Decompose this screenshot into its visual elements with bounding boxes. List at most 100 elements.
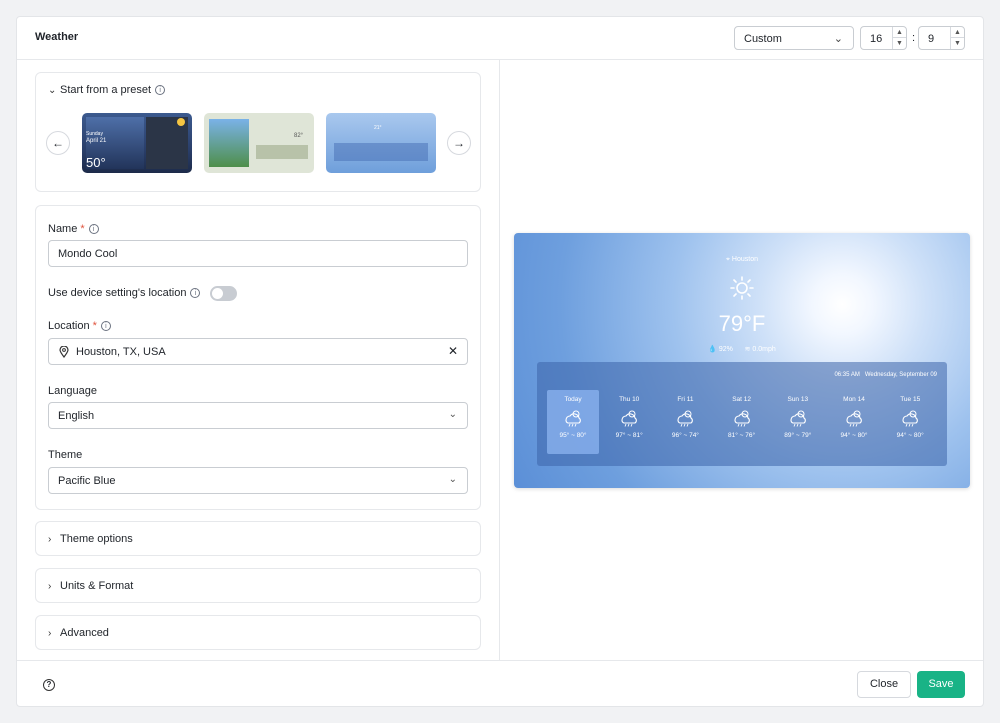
pin-icon: ⌖ bbox=[726, 256, 730, 263]
stepper-down-icon[interactable]: ▼ bbox=[951, 38, 964, 49]
wind-value: 0.0mph bbox=[752, 346, 776, 353]
save-button[interactable]: Save bbox=[917, 671, 965, 698]
forecast-day-range: 96° ~ 74° bbox=[671, 432, 699, 439]
arrow-left-icon: ← bbox=[52, 136, 64, 150]
stepper-down-icon[interactable]: ▼ bbox=[893, 38, 906, 49]
preset-date: Sunday bbox=[86, 131, 103, 137]
chevron-right-icon: › bbox=[48, 581, 52, 592]
preset-card: ⌄ Start from a preset i ← Sunday April 21 … bbox=[35, 72, 481, 192]
forecast-day: Mon 14 94° ~ 80° bbox=[828, 390, 880, 454]
section-label: Theme options bbox=[60, 533, 133, 545]
stepper-up-icon[interactable]: ▲ bbox=[893, 27, 906, 38]
width-stepper[interactable]: ▲ ▼ bbox=[892, 27, 906, 49]
arrow-right-icon: → bbox=[453, 136, 465, 150]
info-icon: i bbox=[190, 288, 201, 298]
clear-icon[interactable]: ✕ bbox=[448, 344, 458, 358]
preview-location-text: Houston bbox=[731, 256, 758, 263]
stepper-up-icon[interactable]: ▲ bbox=[951, 27, 964, 38]
forecast-day-name: Tue 15 bbox=[900, 396, 921, 403]
section-units-format[interactable]: › Units & Format bbox=[35, 568, 481, 603]
preset-next-button[interactable]: → bbox=[447, 131, 471, 155]
name-input[interactable]: Mondo Cool bbox=[48, 240, 468, 267]
required-mark: * bbox=[80, 223, 85, 235]
forecast-day-name: Sat 12 bbox=[732, 396, 751, 403]
preset-date: April 21 bbox=[86, 138, 107, 144]
dialog-title: Weather bbox=[35, 31, 79, 43]
preview-temperature: 79°F bbox=[718, 311, 766, 336]
device-location-text: Use device setting's location bbox=[48, 287, 187, 299]
forecast-day-name: Sun 13 bbox=[787, 396, 809, 403]
language-label: Language bbox=[48, 385, 97, 397]
aspect-width-value: 16 bbox=[870, 33, 883, 45]
help-icon[interactable]: ? bbox=[43, 679, 55, 691]
preview-time: 06:35 AM bbox=[834, 372, 860, 378]
language-select[interactable]: English ⌄ bbox=[48, 402, 468, 429]
dialog-header: Weather Custom ⌄ 16 ▲ ▼ : 9 ▲ ▼ bbox=[17, 17, 983, 60]
theme-label: Theme bbox=[48, 449, 83, 461]
aspect-height-input[interactable]: 9 ▲ ▼ bbox=[918, 26, 965, 50]
location-input[interactable]: Houston, TX, USA ✕ bbox=[48, 338, 468, 365]
device-location-toggle[interactable] bbox=[210, 286, 237, 301]
humidity-value: 92% bbox=[718, 346, 733, 353]
preset-temp: 82° bbox=[294, 133, 304, 139]
height-stepper[interactable]: ▲ ▼ bbox=[950, 27, 964, 49]
theme-value: Pacific Blue bbox=[58, 475, 116, 487]
forecast-day-name: Mon 14 bbox=[843, 396, 865, 403]
chevron-right-icon: › bbox=[48, 628, 52, 639]
theme-select[interactable]: Pacific Blue ⌄ bbox=[48, 467, 468, 494]
location-pin-icon bbox=[59, 346, 69, 358]
forecast-day: Thu 10 97° ~ 81° bbox=[603, 390, 655, 454]
section-theme-options[interactable]: › Theme options bbox=[35, 521, 481, 556]
forecast-day-range: 95° ~ 80° bbox=[559, 432, 587, 439]
info-icon: i bbox=[88, 224, 99, 234]
preset-prev-button[interactable]: ← bbox=[46, 131, 70, 155]
device-location-label: Use device setting's location i bbox=[48, 287, 201, 299]
forecast-day-range: 81° ~ 76° bbox=[728, 432, 756, 439]
info-icon: i bbox=[100, 321, 111, 331]
pane-divider bbox=[499, 60, 500, 660]
preview-location: ⌖ Houston bbox=[514, 256, 970, 264]
location-value: Houston, TX, USA bbox=[76, 346, 166, 358]
preset-photo bbox=[209, 119, 249, 167]
forecast-day: Sat 12 81° ~ 76° bbox=[716, 390, 768, 454]
forecast-day: Today 95° ~ 80° bbox=[547, 390, 599, 454]
aspect-ratio-value: Custom bbox=[744, 33, 782, 45]
forecast-day-name: Thu 10 bbox=[619, 396, 640, 403]
forecast-day-range: 94° ~ 80° bbox=[896, 432, 924, 439]
cloud-rain-icon bbox=[562, 407, 584, 427]
name-label-text: Name bbox=[48, 223, 78, 235]
forecast-day-range: 89° ~ 79° bbox=[784, 432, 812, 439]
preset-thumbnail[interactable]: 82° bbox=[204, 113, 314, 173]
name-label: Name * i bbox=[48, 223, 99, 235]
chevron-down-icon: ⌄ bbox=[833, 33, 843, 45]
aspect-width-input[interactable]: 16 ▲ ▼ bbox=[860, 26, 907, 50]
sun-icon bbox=[730, 276, 754, 300]
section-advanced[interactable]: › Advanced bbox=[35, 615, 481, 650]
forecast-panel: 06:35 AM Wednesday, September 09 Today 95… bbox=[537, 362, 947, 466]
info-icon: i bbox=[155, 85, 166, 95]
language-value: English bbox=[58, 410, 95, 422]
name-value: Mondo Cool bbox=[58, 248, 118, 260]
aspect-separator: : bbox=[912, 32, 916, 44]
section-label: Units & Format bbox=[60, 580, 134, 592]
preset-forecast bbox=[256, 145, 308, 159]
preset-temp: 50° bbox=[86, 155, 106, 170]
aspect-ratio-select[interactable]: Custom ⌄ bbox=[734, 26, 854, 50]
dialog-footer: ? Close Save bbox=[17, 660, 983, 706]
preset-thumbnail[interactable]: Sunday April 21 50° bbox=[82, 113, 192, 173]
chevron-down-icon: ⌄ bbox=[48, 85, 57, 96]
forecast-day-range: 97° ~ 81° bbox=[615, 432, 643, 439]
preset-header[interactable]: ⌄ Start from a preset i bbox=[48, 84, 166, 96]
close-button[interactable]: Close bbox=[857, 671, 911, 698]
forecast-day: Fri 11 96° ~ 74° bbox=[659, 390, 711, 454]
preset-heading: Start from a preset bbox=[60, 84, 152, 96]
section-label: Advanced bbox=[60, 627, 109, 639]
humidity-icon: 💧 bbox=[708, 346, 717, 353]
forecast-day-name: Fri 11 bbox=[677, 396, 694, 403]
sun-icon bbox=[177, 118, 185, 126]
forecast-day-name: Today bbox=[564, 396, 582, 403]
cloud-rain-icon bbox=[674, 407, 696, 427]
cloud-rain-icon bbox=[787, 407, 809, 427]
preset-temp: 21° bbox=[374, 125, 382, 131]
preset-thumbnail[interactable]: 21° bbox=[326, 113, 436, 173]
